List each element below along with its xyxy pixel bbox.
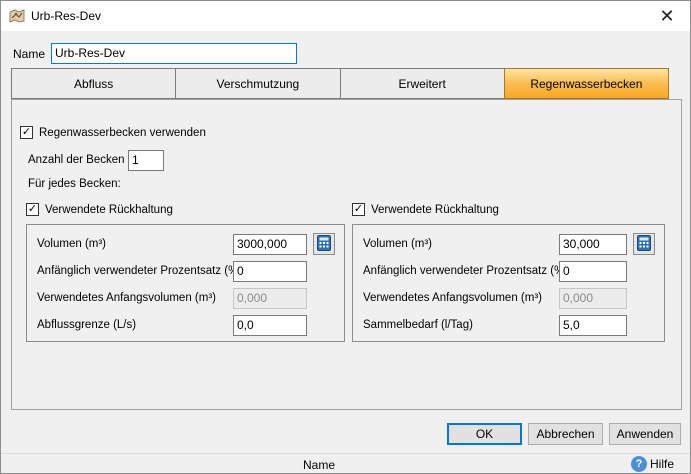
right-initial-percent-input[interactable]: 0 <box>559 261 627 282</box>
dialog-window: Urb-Res-Dev ✕ Name Urb-Res-Dev Abfluss V… <box>0 0 691 474</box>
left-outflow-limit-label: Abflussgrenze (L/s) <box>37 319 137 331</box>
tab-regenwasserbecken[interactable]: Regenwasserbecken <box>503 68 669 99</box>
left-initial-volume-label: Verwendetes Anfangsvolumen (m³) <box>37 292 216 304</box>
map-icon <box>9 9 25 23</box>
use-tanks-checkbox[interactable]: ✓ <box>20 126 33 139</box>
name-input[interactable]: Urb-Res-Dev <box>51 43 297 64</box>
left-tank-group: Volumen (m³) 3000,000 Anfänglich verwend… <box>26 224 345 342</box>
right-calculator-button[interactable] <box>633 233 655 255</box>
tab-erweitert[interactable]: Erweitert <box>339 68 505 99</box>
right-volume-input[interactable]: 30,000 <box>559 234 627 255</box>
right-initial-volume-label: Verwendetes Anfangsvolumen (m³) <box>363 292 542 304</box>
left-retention-label: Verwendete Rückhaltung <box>45 203 173 216</box>
status-text: Name <box>303 458 336 472</box>
ok-button[interactable]: OK <box>447 423 522 445</box>
check-icon: ✓ <box>27 203 38 215</box>
use-tanks-row: ✓ Regenwasserbecken verwenden <box>20 126 206 139</box>
tab-abfluss[interactable]: Abfluss <box>11 68 177 99</box>
cancel-button[interactable]: Abbrechen <box>528 423 603 445</box>
status-bar: Name ? Hilfe <box>1 453 690 473</box>
left-initial-percent-label: Anfänglich verwendeter Prozentsatz (%) <box>37 265 243 277</box>
right-retention-row: ✓ Verwendete Rückhaltung <box>352 203 499 216</box>
per-tank-label: Für jedes Becken: <box>28 178 121 190</box>
right-tank-group: Volumen (m³) 30,000 Anfänglich verwendet… <box>352 224 665 342</box>
use-tanks-label: Regenwasserbecken verwenden <box>39 126 206 139</box>
help-button[interactable]: ? Hilfe <box>630 456 674 472</box>
right-collection-demand-input[interactable]: 5,0 <box>559 315 627 336</box>
calculator-icon <box>637 234 651 254</box>
tank-count-label: Anzahl der Becken <box>28 154 125 166</box>
left-outflow-limit-input[interactable]: 0,0 <box>233 315 307 336</box>
title-bar: Urb-Res-Dev ✕ <box>1 1 690 31</box>
check-icon: ✓ <box>353 203 364 215</box>
close-button[interactable]: ✕ <box>644 1 690 31</box>
right-retention-label: Verwendete Rückhaltung <box>371 203 499 216</box>
left-calculator-button[interactable] <box>313 233 335 255</box>
name-label: Name <box>13 47 46 61</box>
apply-button[interactable]: Anwenden <box>609 423 681 445</box>
right-initial-volume-input: 0,000 <box>559 288 627 309</box>
tab-panel: ✓ Regenwasserbecken verwenden Anzahl der… <box>11 99 682 410</box>
right-collection-demand-label: Sammelbedarf (l/Tag) <box>363 319 473 331</box>
tab-bar: Abfluss Verschmutzung Erweitert Regenwas… <box>11 68 669 99</box>
left-volume-label: Volumen (m³) <box>37 238 107 250</box>
left-retention-row: ✓ Verwendete Rückhaltung <box>26 203 173 216</box>
calculator-icon <box>317 234 331 254</box>
tab-verschmutzung[interactable]: Verschmutzung <box>175 68 341 99</box>
help-label: Hilfe <box>649 457 674 471</box>
right-retention-checkbox[interactable]: ✓ <box>352 203 365 216</box>
left-initial-volume-input: 0,000 <box>233 288 307 309</box>
right-initial-percent-label: Anfänglich verwendeter Prozentsatz (%) <box>363 265 569 277</box>
tank-count-input[interactable]: 1 <box>128 150 164 171</box>
check-icon: ✓ <box>21 126 32 138</box>
right-volume-label: Volumen (m³) <box>363 238 433 250</box>
left-volume-input[interactable]: 3000,000 <box>233 234 307 255</box>
help-icon: ? <box>630 456 647 472</box>
left-retention-checkbox[interactable]: ✓ <box>26 203 39 216</box>
window-title: Urb-Res-Dev <box>31 9 102 23</box>
close-icon: ✕ <box>659 5 675 26</box>
left-initial-percent-input[interactable]: 0 <box>233 261 307 282</box>
